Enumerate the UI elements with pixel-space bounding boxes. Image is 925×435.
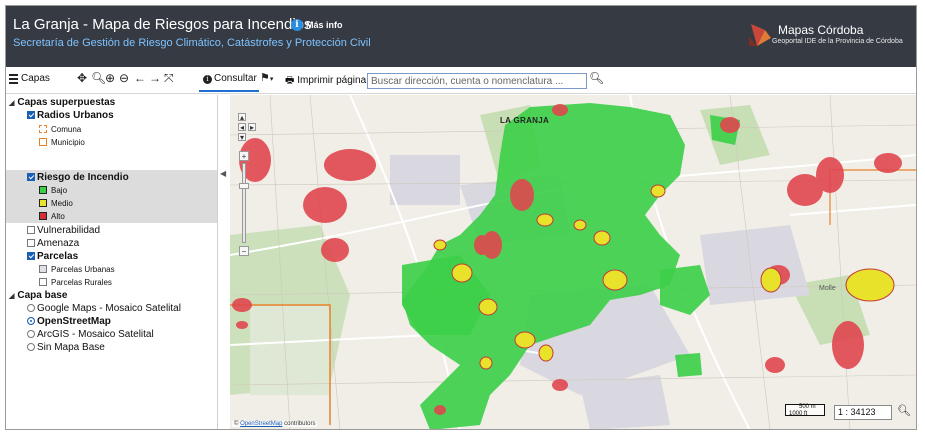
zoom-out-button[interactable]: − — [239, 246, 249, 256]
legend-swatch — [39, 199, 47, 207]
pan-icon[interactable]: ✥ — [77, 71, 87, 85]
checkbox-riesgo-incendio[interactable] — [27, 173, 35, 181]
print-icon: 🖶︎ — [285, 75, 295, 86]
legend-alto: Alto — [39, 211, 65, 223]
toolbar: Capas ✥ 🔍︎ ⊕ ⊖ ← → ⤧ i Consultar ⚑▾ 🖶︎ Im… — [6, 67, 916, 94]
app-window: La Granja - Mapa de Riesgos para Incendi… — [5, 5, 917, 430]
back-arrow-icon[interactable]: ← — [134, 71, 146, 85]
zoom-slider-handle[interactable] — [239, 183, 249, 189]
scale-bar: 500 m 1000 ft — [785, 402, 825, 420]
flag-icon[interactable]: ⚑▾ — [260, 71, 273, 87]
legend-swatch — [39, 138, 47, 146]
layer-amenaza[interactable]: Amenaza — [27, 238, 79, 250]
pan-right-icon[interactable]: ▸ — [248, 123, 256, 132]
cordoba-logo-icon — [749, 24, 771, 46]
legend-swatch — [39, 212, 47, 220]
checkbox-amenaza[interactable] — [27, 239, 35, 247]
zoom-in-icon[interactable]: ⊕ — [105, 71, 115, 85]
info-icon: i — [203, 75, 212, 84]
scale-top-label: 500 m — [799, 404, 816, 410]
place-label-molle: Molle — [819, 285, 836, 292]
radio-osm[interactable] — [27, 317, 35, 325]
page-subtitle: Secretaría de Gestión de Riesgo Climátic… — [13, 37, 371, 49]
layer-riesgo-incendio[interactable]: Riesgo de Incendio — [27, 172, 129, 184]
place-label-la-granja: LA GRANJA — [500, 116, 550, 125]
zoom-icon[interactable]: 🔍︎ — [91, 71, 106, 85]
radio-none[interactable] — [27, 343, 35, 351]
brand-subtitle: Geoportal IDE de la Provincia de Córdoba — [772, 38, 903, 45]
osm-attribution-link[interactable]: OpenStreetMap — [240, 421, 282, 427]
legend-comuna: Comuna — [39, 124, 81, 136]
legend-bajo: Bajo — [39, 185, 67, 197]
forward-arrow-icon[interactable]: → — [149, 71, 161, 85]
base-option-google[interactable]: Google Maps - Mosaico Satelital — [27, 303, 181, 315]
collapse-panel-arrow-icon[interactable]: ◀ — [220, 169, 226, 178]
map-attribution: © OpenStreetMap contributors — [232, 421, 318, 427]
search-input[interactable] — [367, 73, 587, 89]
zoom-in-button[interactable]: + — [239, 151, 249, 161]
menu-icon[interactable] — [9, 74, 18, 86]
collapse-triangle-icon: ◢ — [9, 100, 15, 107]
legend-municipio: Municipio — [39, 137, 85, 149]
legend-medio: Medio — [39, 198, 73, 210]
checkbox-vulnerabilidad[interactable] — [27, 226, 35, 234]
layer-radios-urbanos[interactable]: Radios Urbanos — [27, 110, 114, 122]
search-icon[interactable]: 🔍︎ — [589, 71, 604, 85]
legend-parcelas-rurales: Parcelas Rurales — [39, 277, 112, 289]
search-icon[interactable]: 🔍︎ — [897, 404, 911, 417]
scale-bottom-label: 1000 ft — [789, 411, 808, 417]
legend-swatch — [39, 186, 47, 194]
legend-swatch — [39, 125, 47, 133]
consult-button[interactable]: i Consultar — [199, 70, 259, 92]
pan-left-icon[interactable]: ◂ — [238, 123, 246, 132]
zoom-slider-track[interactable] — [242, 163, 246, 243]
print-button[interactable]: 🖶︎ Imprimir página — [285, 73, 366, 90]
layers-toggle-label[interactable]: Capas — [21, 73, 50, 84]
layer-vulnerabilidad[interactable]: Vulnerabilidad — [27, 225, 100, 237]
base-option-osm[interactable]: OpenStreetMap — [27, 316, 111, 328]
layer-parcelas[interactable]: Parcelas — [27, 251, 78, 263]
checkbox-radios-urbanos[interactable] — [27, 111, 35, 119]
checkbox-parcelas[interactable] — [27, 252, 35, 260]
base-option-none[interactable]: Sin Mapa Base — [27, 342, 105, 354]
map-layers — [230, 95, 916, 429]
zoom-out-icon[interactable]: ⊖ — [119, 71, 129, 85]
map-canvas[interactable]: LA GRANJA Molle ▴ ◂ ▸ ▾ + − 500 m 1000 f… — [230, 95, 916, 429]
radio-arcgis[interactable] — [27, 330, 35, 338]
app-header: La Granja - Mapa de Riesgos para Incendi… — [6, 6, 916, 67]
info-icon[interactable]: i — [291, 19, 303, 31]
base-layer-header[interactable]: ◢ Capa base — [9, 290, 67, 303]
scale-input[interactable]: 1 : 34123 — [834, 405, 892, 420]
more-info-link[interactable]: Más info — [306, 20, 343, 30]
base-option-arcgis[interactable]: ArcGIS - Mosaico Satelital — [27, 329, 154, 341]
brand-name: Mapas Córdoba — [778, 23, 864, 37]
print-label: Imprimir página — [297, 75, 367, 86]
consult-label: Consultar — [214, 73, 257, 84]
fullscreen-icon[interactable]: ⤧ — [164, 71, 174, 85]
page-title: La Granja - Mapa de Riesgos para Incendi… — [13, 16, 312, 33]
layers-panel: ◢ Capas superpuestas Radios Urbanos Comun… — [6, 95, 218, 429]
radio-google[interactable] — [27, 304, 35, 312]
pan-up-icon[interactable]: ▴ — [238, 113, 246, 122]
legend-swatch — [39, 265, 47, 273]
legend-parcelas-urbanas: Parcelas Urbanas — [39, 264, 115, 276]
collapse-triangle-icon: ◢ — [9, 293, 15, 300]
overlays-header[interactable]: ◢ Capas superpuestas — [9, 97, 115, 110]
pan-down-icon[interactable]: ▾ — [238, 133, 246, 142]
legend-swatch — [39, 278, 47, 286]
